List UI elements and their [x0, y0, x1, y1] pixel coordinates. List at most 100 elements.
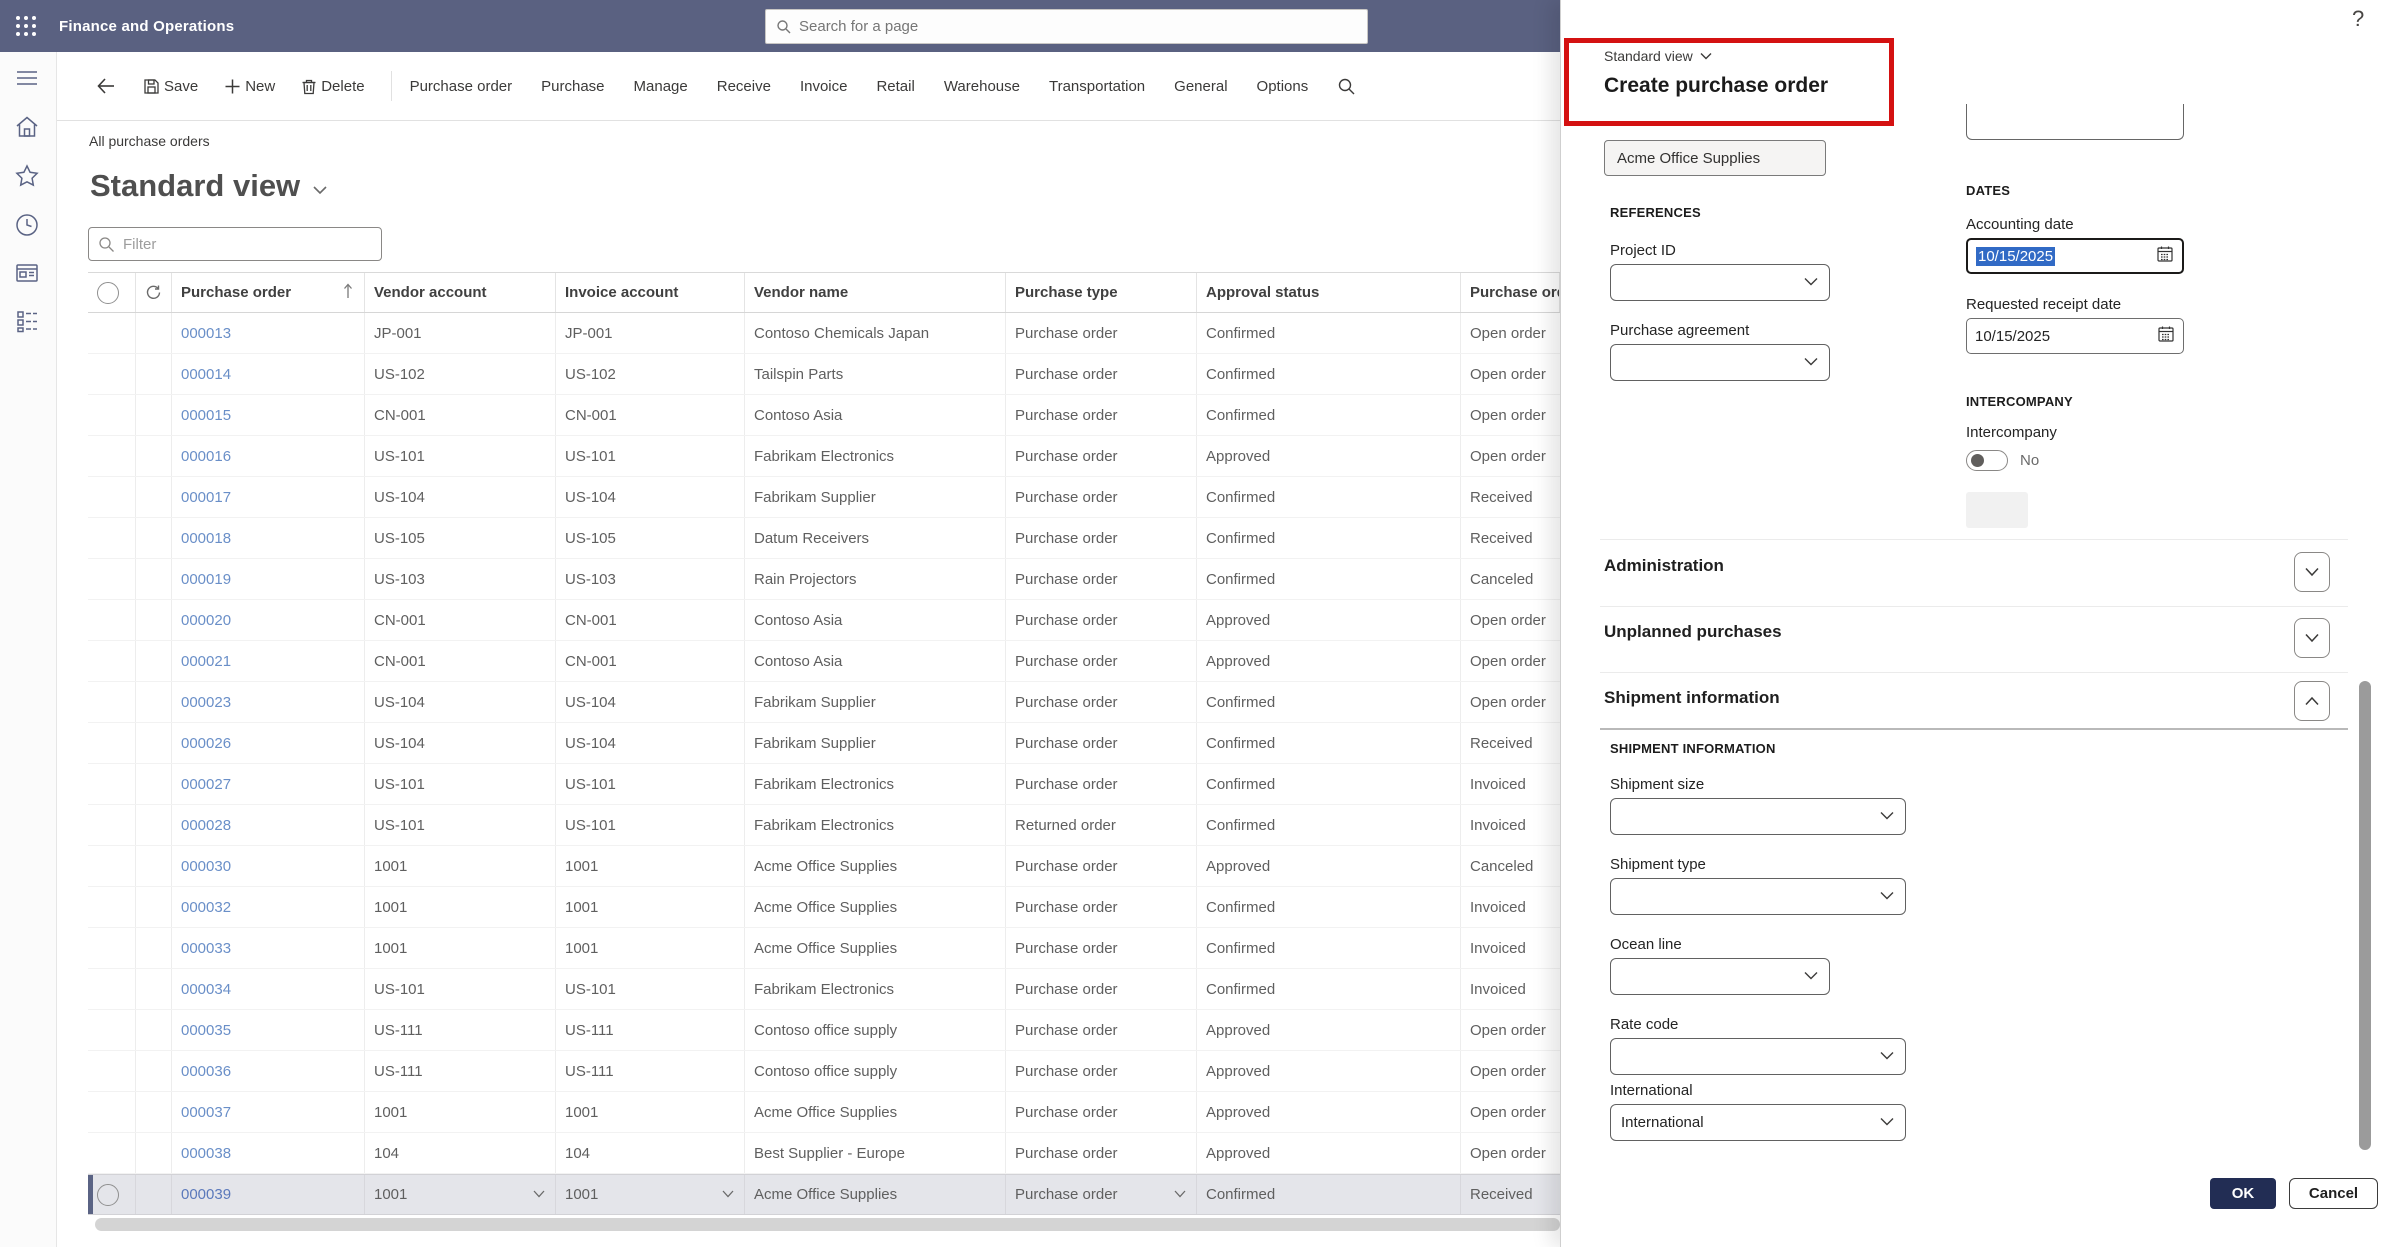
filter-input[interactable]: Filter — [88, 227, 382, 261]
modules-list-icon[interactable] — [14, 308, 42, 336]
row-radio[interactable] — [97, 1184, 119, 1206]
purchase-order-link[interactable]: 000017 — [181, 489, 231, 506]
table-row[interactable]: 000023US-104US-104Fabrikam SupplierPurch… — [88, 682, 1560, 723]
tab-purchase-order[interactable]: Purchase order — [410, 78, 513, 95]
tab-general[interactable]: General — [1174, 78, 1227, 95]
recent-clock-icon[interactable] — [14, 212, 42, 240]
purchase-order-link[interactable]: 000016 — [181, 448, 231, 465]
column-header-po-status[interactable]: Purchase order status — [1461, 273, 1560, 312]
purchase-order-link[interactable]: 000035 — [181, 1022, 231, 1039]
delete-button[interactable]: Delete — [301, 78, 364, 95]
table-row[interactable]: 000020CN-001CN-001Contoso AsiaPurchase o… — [88, 600, 1560, 641]
tab-retail[interactable]: Retail — [876, 78, 914, 95]
shipment-type-combobox[interactable] — [1610, 878, 1906, 915]
tab-receive[interactable]: Receive — [717, 78, 771, 95]
column-header-purchase-order[interactable]: Purchase order — [172, 273, 365, 312]
table-row[interactable]: 00003310011001Acme Office SuppliesPurcha… — [88, 928, 1560, 969]
chevron-down-icon[interactable] — [532, 1186, 546, 1203]
waffle-menu-icon[interactable] — [11, 11, 41, 41]
table-row[interactable]: 000026US-104US-104Fabrikam SupplierPurch… — [88, 723, 1560, 764]
hamburger-menu-icon[interactable] — [14, 65, 42, 93]
cancel-button[interactable]: Cancel — [2289, 1178, 2378, 1209]
chevron-down-icon[interactable] — [721, 1186, 735, 1203]
shipment-size-combobox[interactable] — [1610, 798, 1906, 835]
new-button[interactable]: New — [224, 78, 275, 95]
table-row[interactable]: 000016US-101US-101Fabrikam ElectronicsPu… — [88, 436, 1560, 477]
table-row[interactable]: 000017US-104US-104Fabrikam SupplierPurch… — [88, 477, 1560, 518]
purchase-order-link[interactable]: 000028 — [181, 817, 231, 834]
favorites-star-icon[interactable] — [14, 163, 42, 191]
purchase-order-link[interactable]: 000038 — [181, 1145, 231, 1162]
tab-purchase[interactable]: Purchase — [541, 78, 604, 95]
purchase-order-link[interactable]: 000013 — [181, 325, 231, 342]
horizontal-scrollbar[interactable] — [95, 1218, 1560, 1231]
column-header-vendor-name[interactable]: Vendor name — [745, 273, 1006, 312]
accounting-date-input[interactable]: 10/15/2025 — [1966, 238, 2184, 274]
table-row[interactable]: 000015CN-001CN-001Contoso AsiaPurchase o… — [88, 395, 1560, 436]
global-search-input[interactable]: Search for a page — [765, 9, 1368, 44]
purchase-order-link[interactable]: 000014 — [181, 366, 231, 383]
table-row[interactable]: 000036US-111US-111Contoso office supplyP… — [88, 1051, 1560, 1092]
purchase-order-link[interactable]: 000018 — [181, 530, 231, 547]
section-header-shipment-information[interactable]: Shipment information — [1604, 688, 1780, 708]
table-row[interactable]: 000013JP-001JP-001Contoso Chemicals Japa… — [88, 313, 1560, 354]
table-row[interactable]: 00003910011001Acme Office SuppliesPurcha… — [88, 1174, 1560, 1215]
purchase-order-link[interactable]: 000037 — [181, 1104, 231, 1121]
table-row[interactable]: 000035US-111US-111Contoso office supplyP… — [88, 1010, 1560, 1051]
section-header-administration[interactable]: Administration — [1604, 556, 1724, 576]
home-icon[interactable] — [14, 114, 42, 142]
table-row[interactable]: 00003710011001Acme Office SuppliesPurcha… — [88, 1092, 1560, 1133]
purchase-order-link[interactable]: 000015 — [181, 407, 231, 424]
column-header-purchase-type[interactable]: Purchase type — [1006, 273, 1197, 312]
table-row[interactable]: 00003210011001Acme Office SuppliesPurcha… — [88, 887, 1560, 928]
project-id-combobox[interactable] — [1610, 264, 1830, 301]
purchase-order-link[interactable]: 000026 — [181, 735, 231, 752]
breadcrumb[interactable]: All purchase orders — [89, 133, 210, 149]
tab-invoice[interactable]: Invoice — [800, 78, 848, 95]
international-combobox[interactable]: International — [1610, 1104, 1906, 1141]
section-collapse-button[interactable] — [2294, 681, 2330, 721]
tab-warehouse[interactable]: Warehouse — [944, 78, 1020, 95]
purchase-order-link[interactable]: 000023 — [181, 694, 231, 711]
select-all-radio[interactable] — [97, 282, 119, 304]
purchase-order-link[interactable]: 000039 — [181, 1186, 231, 1203]
table-row[interactable]: 000038104104Best Supplier - EuropePurcha… — [88, 1133, 1560, 1174]
cropped-field-input[interactable] — [1966, 104, 2184, 140]
ocean-line-combobox[interactable] — [1610, 958, 1830, 995]
table-row[interactable]: 000019US-103US-103Rain ProjectorsPurchas… — [88, 559, 1560, 600]
purchase-order-link[interactable]: 000036 — [181, 1063, 231, 1080]
vendor-account-value-button[interactable]: Acme Office Supplies — [1604, 140, 1826, 176]
purchase-order-link[interactable]: 000034 — [181, 981, 231, 998]
column-header-approval-status[interactable]: Approval status — [1197, 273, 1461, 312]
table-row[interactable]: 000034US-101US-101Fabrikam ElectronicsPu… — [88, 969, 1560, 1010]
requested-receipt-date-input[interactable]: 10/15/2025 — [1966, 318, 2184, 354]
column-header-vendor-account[interactable]: Vendor account — [365, 273, 556, 312]
tab-manage[interactable]: Manage — [634, 78, 688, 95]
purchase-order-link[interactable]: 000021 — [181, 653, 231, 670]
section-expand-button[interactable] — [2294, 618, 2330, 658]
purchase-order-link[interactable]: 000033 — [181, 940, 231, 957]
purchase-order-link[interactable]: 000019 — [181, 571, 231, 588]
purchase-order-link[interactable]: 000030 — [181, 858, 231, 875]
back-button[interactable] — [95, 75, 121, 97]
rate-code-combobox[interactable] — [1610, 1038, 1906, 1075]
table-row[interactable]: 000021CN-001CN-001Contoso AsiaPurchase o… — [88, 641, 1560, 682]
workspaces-icon[interactable] — [14, 260, 42, 288]
page-title[interactable]: Standard view — [90, 168, 330, 204]
ok-button[interactable]: OK — [2210, 1178, 2276, 1209]
help-icon[interactable]: ? — [2352, 6, 2364, 32]
save-button[interactable]: Save — [143, 78, 198, 95]
toggle-pill[interactable] — [1966, 450, 2008, 471]
tab-options[interactable]: Options — [1257, 78, 1309, 95]
purchase-order-link[interactable]: 000027 — [181, 776, 231, 793]
table-row[interactable]: 000014US-102US-102Tailspin PartsPurchase… — [88, 354, 1560, 395]
section-expand-button[interactable] — [2294, 552, 2330, 592]
table-row[interactable]: 00003010011001Acme Office SuppliesPurcha… — [88, 846, 1560, 887]
intercompany-toggle[interactable]: No — [1966, 450, 2039, 471]
table-row[interactable]: 000018US-105US-105Datum ReceiversPurchas… — [88, 518, 1560, 559]
table-row[interactable]: 000027US-101US-101Fabrikam ElectronicsPu… — [88, 764, 1560, 805]
purchase-order-link[interactable]: 000032 — [181, 899, 231, 916]
calendar-icon[interactable] — [2157, 325, 2175, 347]
purchase-agreement-combobox[interactable] — [1610, 344, 1830, 381]
purchase-order-link[interactable]: 000020 — [181, 612, 231, 629]
